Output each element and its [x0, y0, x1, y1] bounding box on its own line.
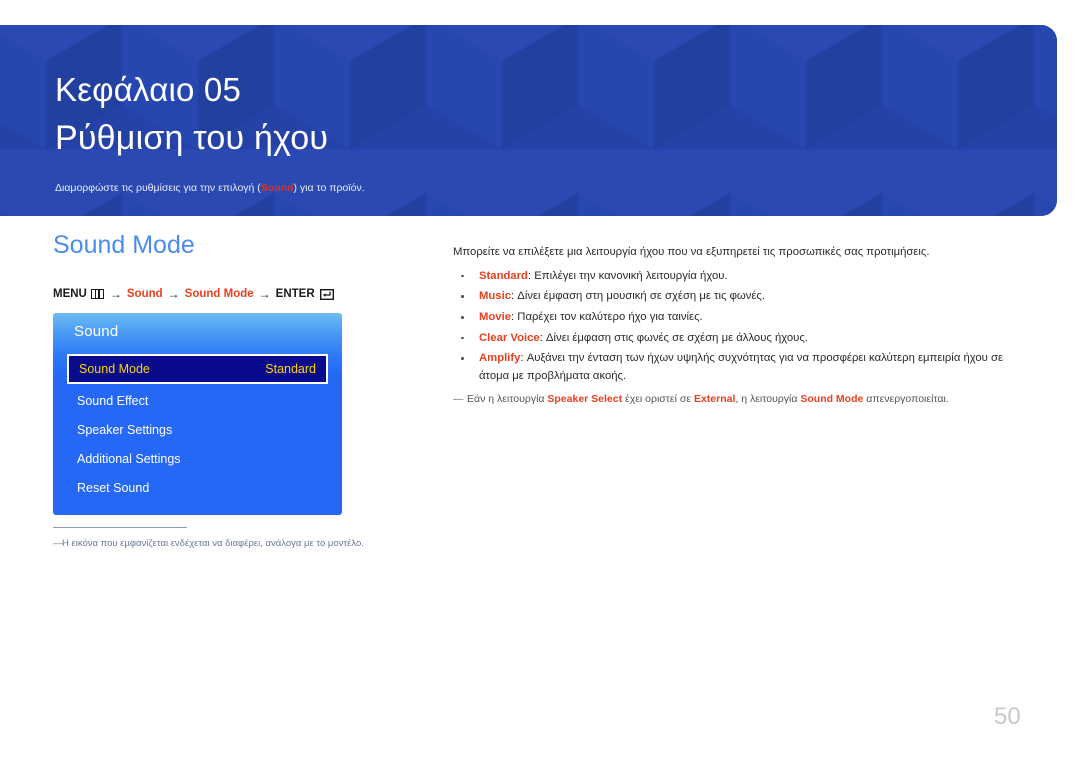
- list-item: Movie: Παρέχει τον καλύτερο ήχο για ταιν…: [453, 309, 1023, 326]
- menu-grid-icon: [90, 289, 104, 299]
- osd-item-label: Reset Sound: [77, 480, 150, 495]
- enter-return-icon: [319, 288, 334, 300]
- osd-item-label: Sound Effect: [77, 393, 149, 408]
- note-term-speaker-select: Speaker Select: [547, 392, 623, 405]
- menu-path-arrow-2: →: [167, 287, 180, 301]
- option-description: Επιλέγει την κανονική λειτουργία ήχου.: [534, 269, 728, 282]
- osd-item-sound-mode[interactable]: Sound Mode Standard: [67, 354, 328, 384]
- note-part-4: απενεργοποιείται.: [863, 392, 949, 405]
- menu-path-enter-label: ENTER: [275, 288, 315, 300]
- chapter-title: Ρύθμιση του ήχου: [55, 119, 329, 157]
- menu-path-step-sound: Sound: [126, 288, 163, 300]
- note-term-sound-mode: Sound Mode: [800, 392, 864, 405]
- option-term: Movie: [479, 311, 512, 324]
- footnote-text: Η εικόνα που εμφανίζεται ενδέχεται να δι…: [62, 538, 364, 549]
- option-description: Παρέχει τον καλύτερο ήχο για ταινίες.: [517, 311, 703, 324]
- menu-path-menu-label: MENU: [53, 288, 87, 300]
- option-description: Δίνει έμφαση στη μουσική σε σχέση με τις…: [517, 290, 765, 303]
- option-description: Δίνει έμφαση στις φωνές σε σχέση με άλλο…: [545, 331, 808, 344]
- sound-mode-options-list: Standard: Επιλέγει την κανονική λειτουργ…: [453, 268, 1023, 385]
- menu-path-breadcrumb: MENU → Sound → Sound Mode → ENTER: [53, 287, 334, 301]
- osd-item-speaker-settings[interactable]: Speaker Settings: [67, 415, 328, 444]
- banner-subtitle-before: Διαμορφώστε τις ρυθμίσεις για την επιλογ…: [55, 182, 261, 194]
- menu-path-step-sound-mode: Sound Mode: [184, 288, 254, 300]
- osd-item-sound-effect[interactable]: Sound Effect: [67, 386, 328, 415]
- menu-path-arrow-1: →: [109, 287, 122, 301]
- note-term-external: External: [693, 392, 736, 405]
- osd-item-label: Speaker Settings: [77, 422, 173, 437]
- footnote-divider: [53, 527, 187, 528]
- list-item: Standard: Επιλέγει την κανονική λειτουργ…: [453, 268, 1023, 285]
- footnote-dash: ―: [53, 538, 63, 549]
- option-term: Amplify: [479, 352, 521, 365]
- option-term: Standard: [479, 269, 528, 282]
- osd-panel-title: Sound: [74, 323, 119, 340]
- menu-path-arrow-3: →: [258, 287, 271, 301]
- list-item: Clear Voice: Δίνει έμφαση στις φωνές σε …: [453, 330, 1023, 347]
- chapter-label: Κεφάλαιο 05: [55, 71, 242, 108]
- list-item: Amplify: Αυξάνει την ένταση των ήχων υψη…: [453, 350, 1023, 384]
- banner-subtitle-after: ) για το προϊόν.: [293, 182, 365, 194]
- osd-item-label: Sound Mode: [79, 362, 150, 376]
- speaker-select-note: ― Εάν η λειτουργία Speaker Select έχει ορ…: [453, 392, 1023, 408]
- osd-sound-menu-panel[interactable]: Sound Sound Mode Standard Sound Effect S…: [53, 313, 342, 515]
- banner-subtitle-highlight: Sound: [260, 182, 294, 194]
- osd-item-value: Standard: [265, 362, 316, 376]
- note-part-1: Εάν η λειτουργία: [467, 392, 548, 405]
- note-part-2: έχει οριστεί σε: [622, 392, 694, 405]
- list-item: Music: Δίνει έμφαση στη μουσική σε σχέση…: [453, 288, 1023, 305]
- option-term: Music: [479, 290, 512, 303]
- footnote-note: ―Η εικόνα που εμφανίζεται ενδέχεται να δ…: [53, 538, 364, 549]
- page-title: Sound Mode: [53, 231, 195, 259]
- note-part-3: , η λειτουργία: [735, 392, 801, 405]
- intro-paragraph: Μπορείτε να επιλέξετε μια λειτουργία ήχο…: [453, 246, 930, 259]
- page-number: 50: [994, 703, 1021, 730]
- note-emdash: ―: [453, 392, 464, 405]
- description-column: Μπορείτε να επιλέξετε μια λειτουργία ήχο…: [453, 233, 1023, 407]
- osd-menu-list: Sound Mode Standard Sound Effect Speaker…: [53, 354, 342, 502]
- chapter-header-banner: Κεφάλαιο 05 Ρύθμιση του ήχου Διαμορφώστε…: [0, 25, 1057, 216]
- option-description: Αυξάνει την ένταση των ήχων υψηλής συχνό…: [479, 352, 1004, 382]
- osd-item-reset-sound[interactable]: Reset Sound: [67, 473, 328, 502]
- option-term: Clear Voice: [479, 331, 540, 344]
- osd-item-label: Additional Settings: [77, 451, 181, 466]
- banner-subtitle: Διαμορφώστε τις ρυθμίσεις για την επιλογ…: [55, 182, 365, 194]
- osd-item-additional-settings[interactable]: Additional Settings: [67, 444, 328, 473]
